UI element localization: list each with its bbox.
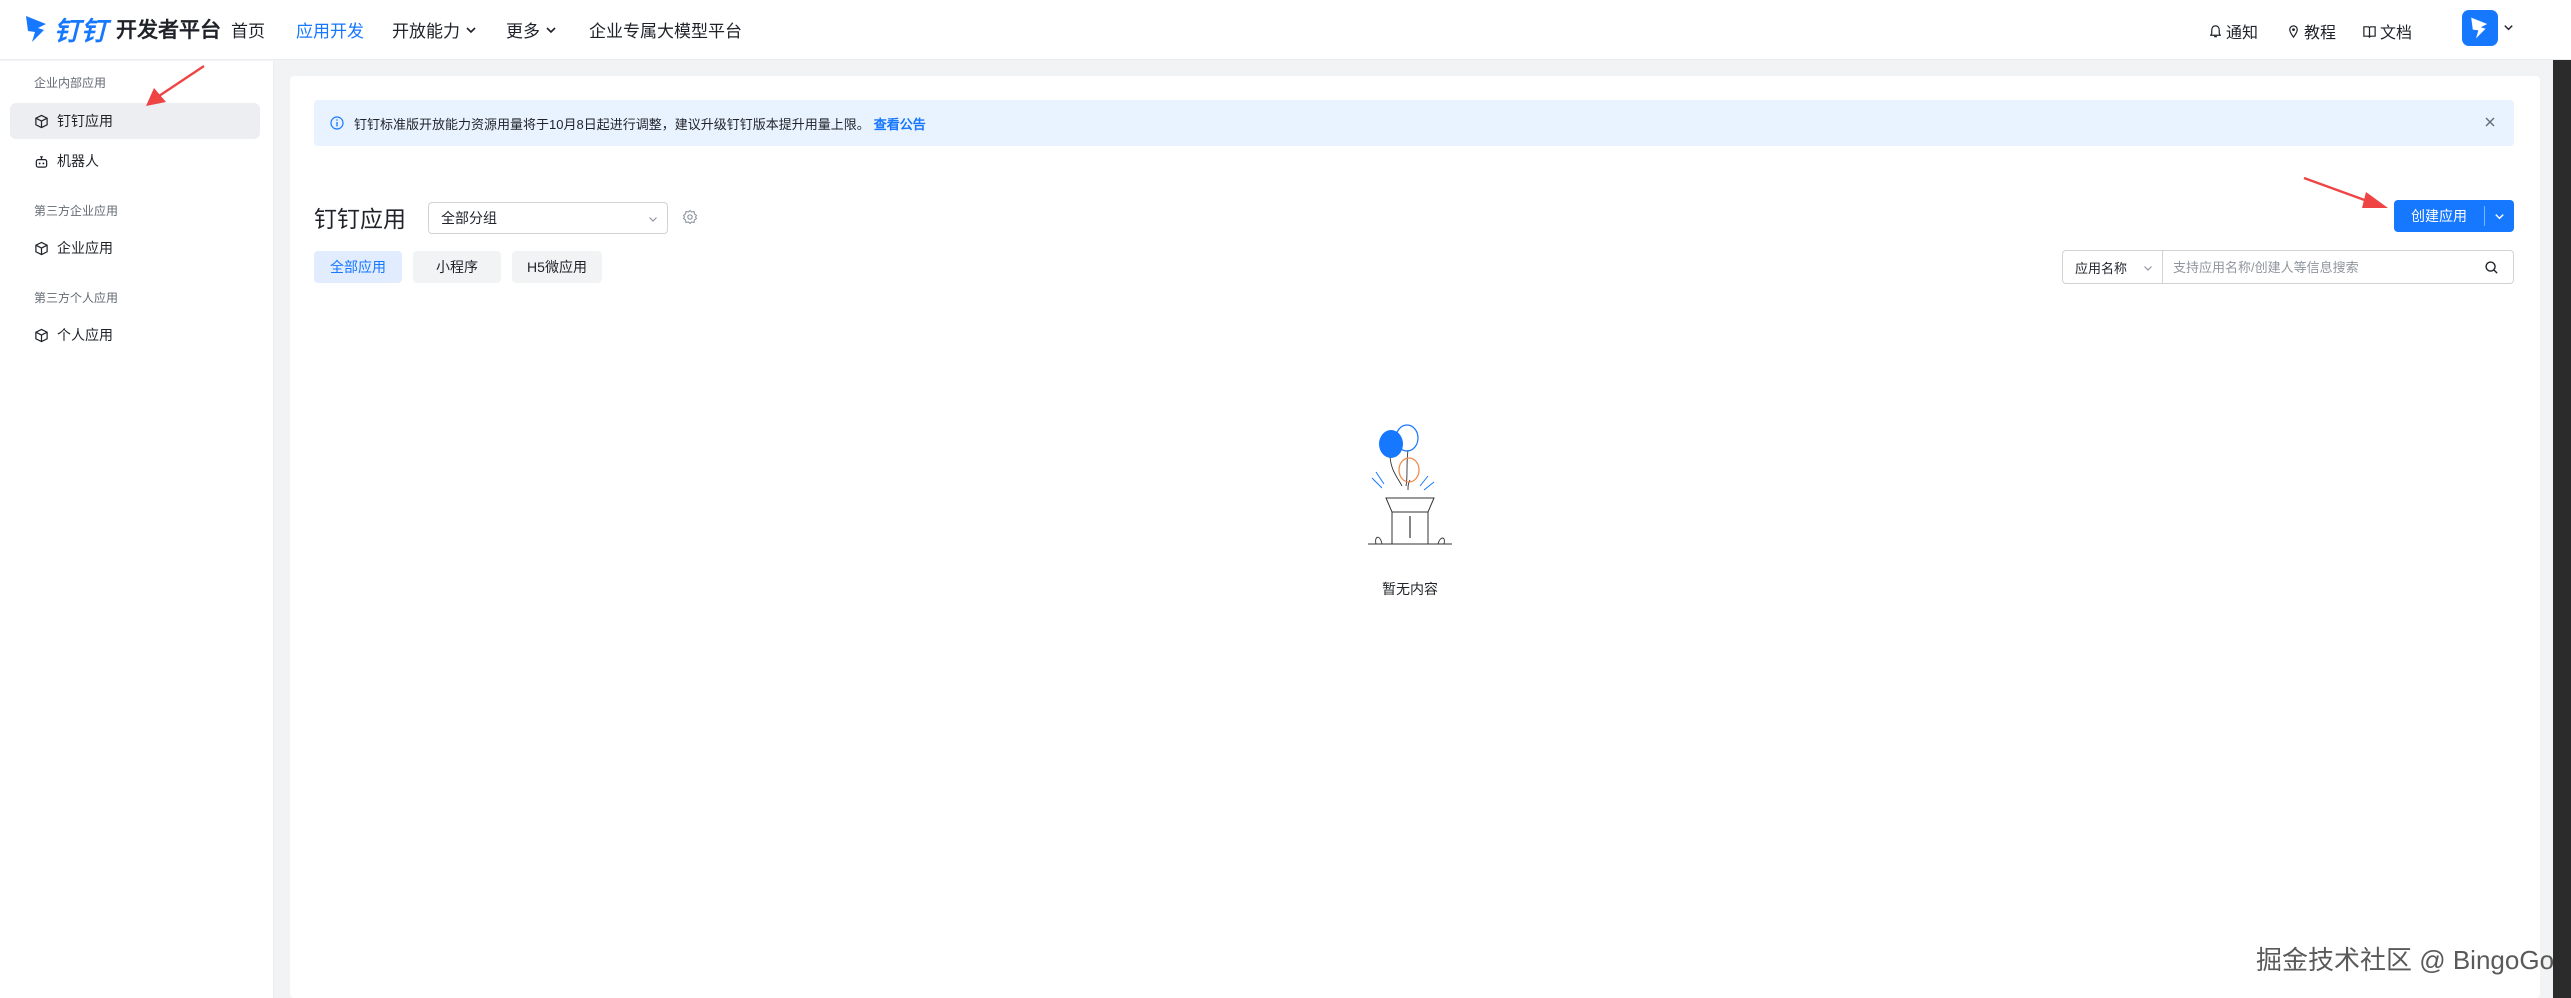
create-app-label: 创建应用 [2411,208,2467,224]
nav-open-capabilities-label: 开放能力 [392,22,460,41]
bell-icon [2209,24,2222,37]
nav-open-capabilities[interactable]: 开放能力 [392,17,478,42]
dingtalk-bird-icon [26,16,46,42]
chevron-down-icon[interactable] [2502,21,2515,34]
nav-home[interactable]: 首页 [231,17,265,42]
notification-label: 通知 [2226,25,2259,42]
chevron-down-icon [2144,266,2152,271]
create-app-button[interactable]: 创建应用 [2394,200,2514,232]
notice-text: 钉钉标准版开放能力资源用量将于10月8日起进行调整，建议升级钉钉版本提升用量上限… [354,116,870,132]
info-icon [330,116,344,130]
tab-label: H5微应用 [527,259,587,275]
sidebar-item-label: 企业应用 [57,240,113,256]
tab-h5-micro-app[interactable]: H5微应用 [512,251,602,283]
notice-view-announcement-link[interactable]: 查看公告 [874,114,926,133]
nav-home-label: 首页 [231,22,265,41]
app-search: 应用名称 [2062,250,2514,284]
group-select[interactable]: 全部分组 [428,202,668,234]
dingtalk-bird-icon [2471,17,2488,39]
search-type-select[interactable]: 应用名称 [2063,251,2163,283]
cube-icon [35,241,48,255]
chevron-down-icon [2495,213,2504,219]
empty-balloon-box-illustration [1368,424,1452,545]
dingtalk-logo[interactable]: 钉钉 开发者平台 [24,12,221,46]
nav-enterprise-llm-label: 企业专属大模型平台 [589,22,742,41]
tutorial-label: 教程 [2304,25,2337,42]
sidebar-item-label: 个人应用 [57,327,113,343]
chevron-down-icon [649,217,657,222]
window-edge-strip [2553,60,2571,998]
notification-link[interactable]: 通知 [2208,19,2258,43]
user-avatar[interactable] [2462,10,2498,46]
nav-app-dev[interactable]: 应用开发 [296,17,364,42]
page-title: 钉钉应用 [314,206,406,232]
sidebar-group-title: 第三方企业应用 [34,204,119,218]
sidebar: 企业内部应用 钉钉应用 机器人 第三方企业应用 企业应用 第三方个人应用 个人应… [0,61,274,998]
tab-label: 小程序 [436,259,478,275]
top-navigation-bar: 钉钉 开发者平台 首页 应用开发 开放能力 更多 企业专属大模型平台 通知 教程… [0,0,2571,60]
tutorial-link[interactable]: 教程 [2286,19,2336,43]
location-pin-icon [2289,24,2298,38]
cube-icon [35,328,48,342]
create-app-dropdown[interactable] [2485,210,2514,223]
docs-link[interactable]: 文档 [2362,19,2412,43]
nav-more[interactable]: 更多 [506,17,558,42]
sidebar-item-dingtalk-apps[interactable]: 钉钉应用 [10,103,260,139]
docs-label: 文档 [2380,25,2413,42]
search-icon[interactable] [2484,260,2499,275]
robot-icon [35,155,48,168]
cube-icon [35,114,48,128]
tab-all-apps[interactable]: 全部应用 [314,251,402,283]
sidebar-group-title: 企业内部应用 [34,76,107,90]
logo-product-text: 开发者平台 [116,19,222,42]
tab-label: 全部应用 [330,259,386,275]
book-icon [2363,25,2376,38]
watermark: 掘金技术社区 @ BingoGo [2256,945,2555,975]
sidebar-item-personal-apps[interactable]: 个人应用 [10,317,260,353]
sidebar-item-enterprise-apps[interactable]: 企业应用 [10,230,260,266]
nav-enterprise-llm[interactable]: 企业专属大模型平台 [589,17,742,42]
sidebar-item-label: 钉钉应用 [57,113,113,129]
main-content-panel: 钉钉标准版开放能力资源用量将于10月8日起进行调整，建议升级钉钉版本提升用量上限… [290,76,2540,998]
logo-brand-text: 钉钉 [54,15,109,46]
notice-banner: 钉钉标准版开放能力资源用量将于10月8日起进行调整，建议升级钉钉版本提升用量上限… [314,100,2514,146]
nav-more-label: 更多 [506,22,540,41]
chevron-down-icon [466,26,476,33]
close-icon[interactable] [2482,114,2498,130]
sidebar-group-title: 第三方个人应用 [34,291,119,305]
chevron-down-icon [546,26,556,33]
search-type-value: 应用名称 [2075,260,2128,276]
search-input[interactable] [2163,251,2484,283]
gear-icon[interactable] [682,209,698,225]
sidebar-item-label: 机器人 [57,153,99,169]
group-select-value: 全部分组 [441,210,497,226]
sidebar-item-robot[interactable]: 机器人 [10,143,260,179]
nav-app-dev-label: 应用开发 [296,22,364,41]
tab-mini-program[interactable]: 小程序 [413,251,501,283]
empty-state-text: 暂无内容 [1382,581,1438,597]
